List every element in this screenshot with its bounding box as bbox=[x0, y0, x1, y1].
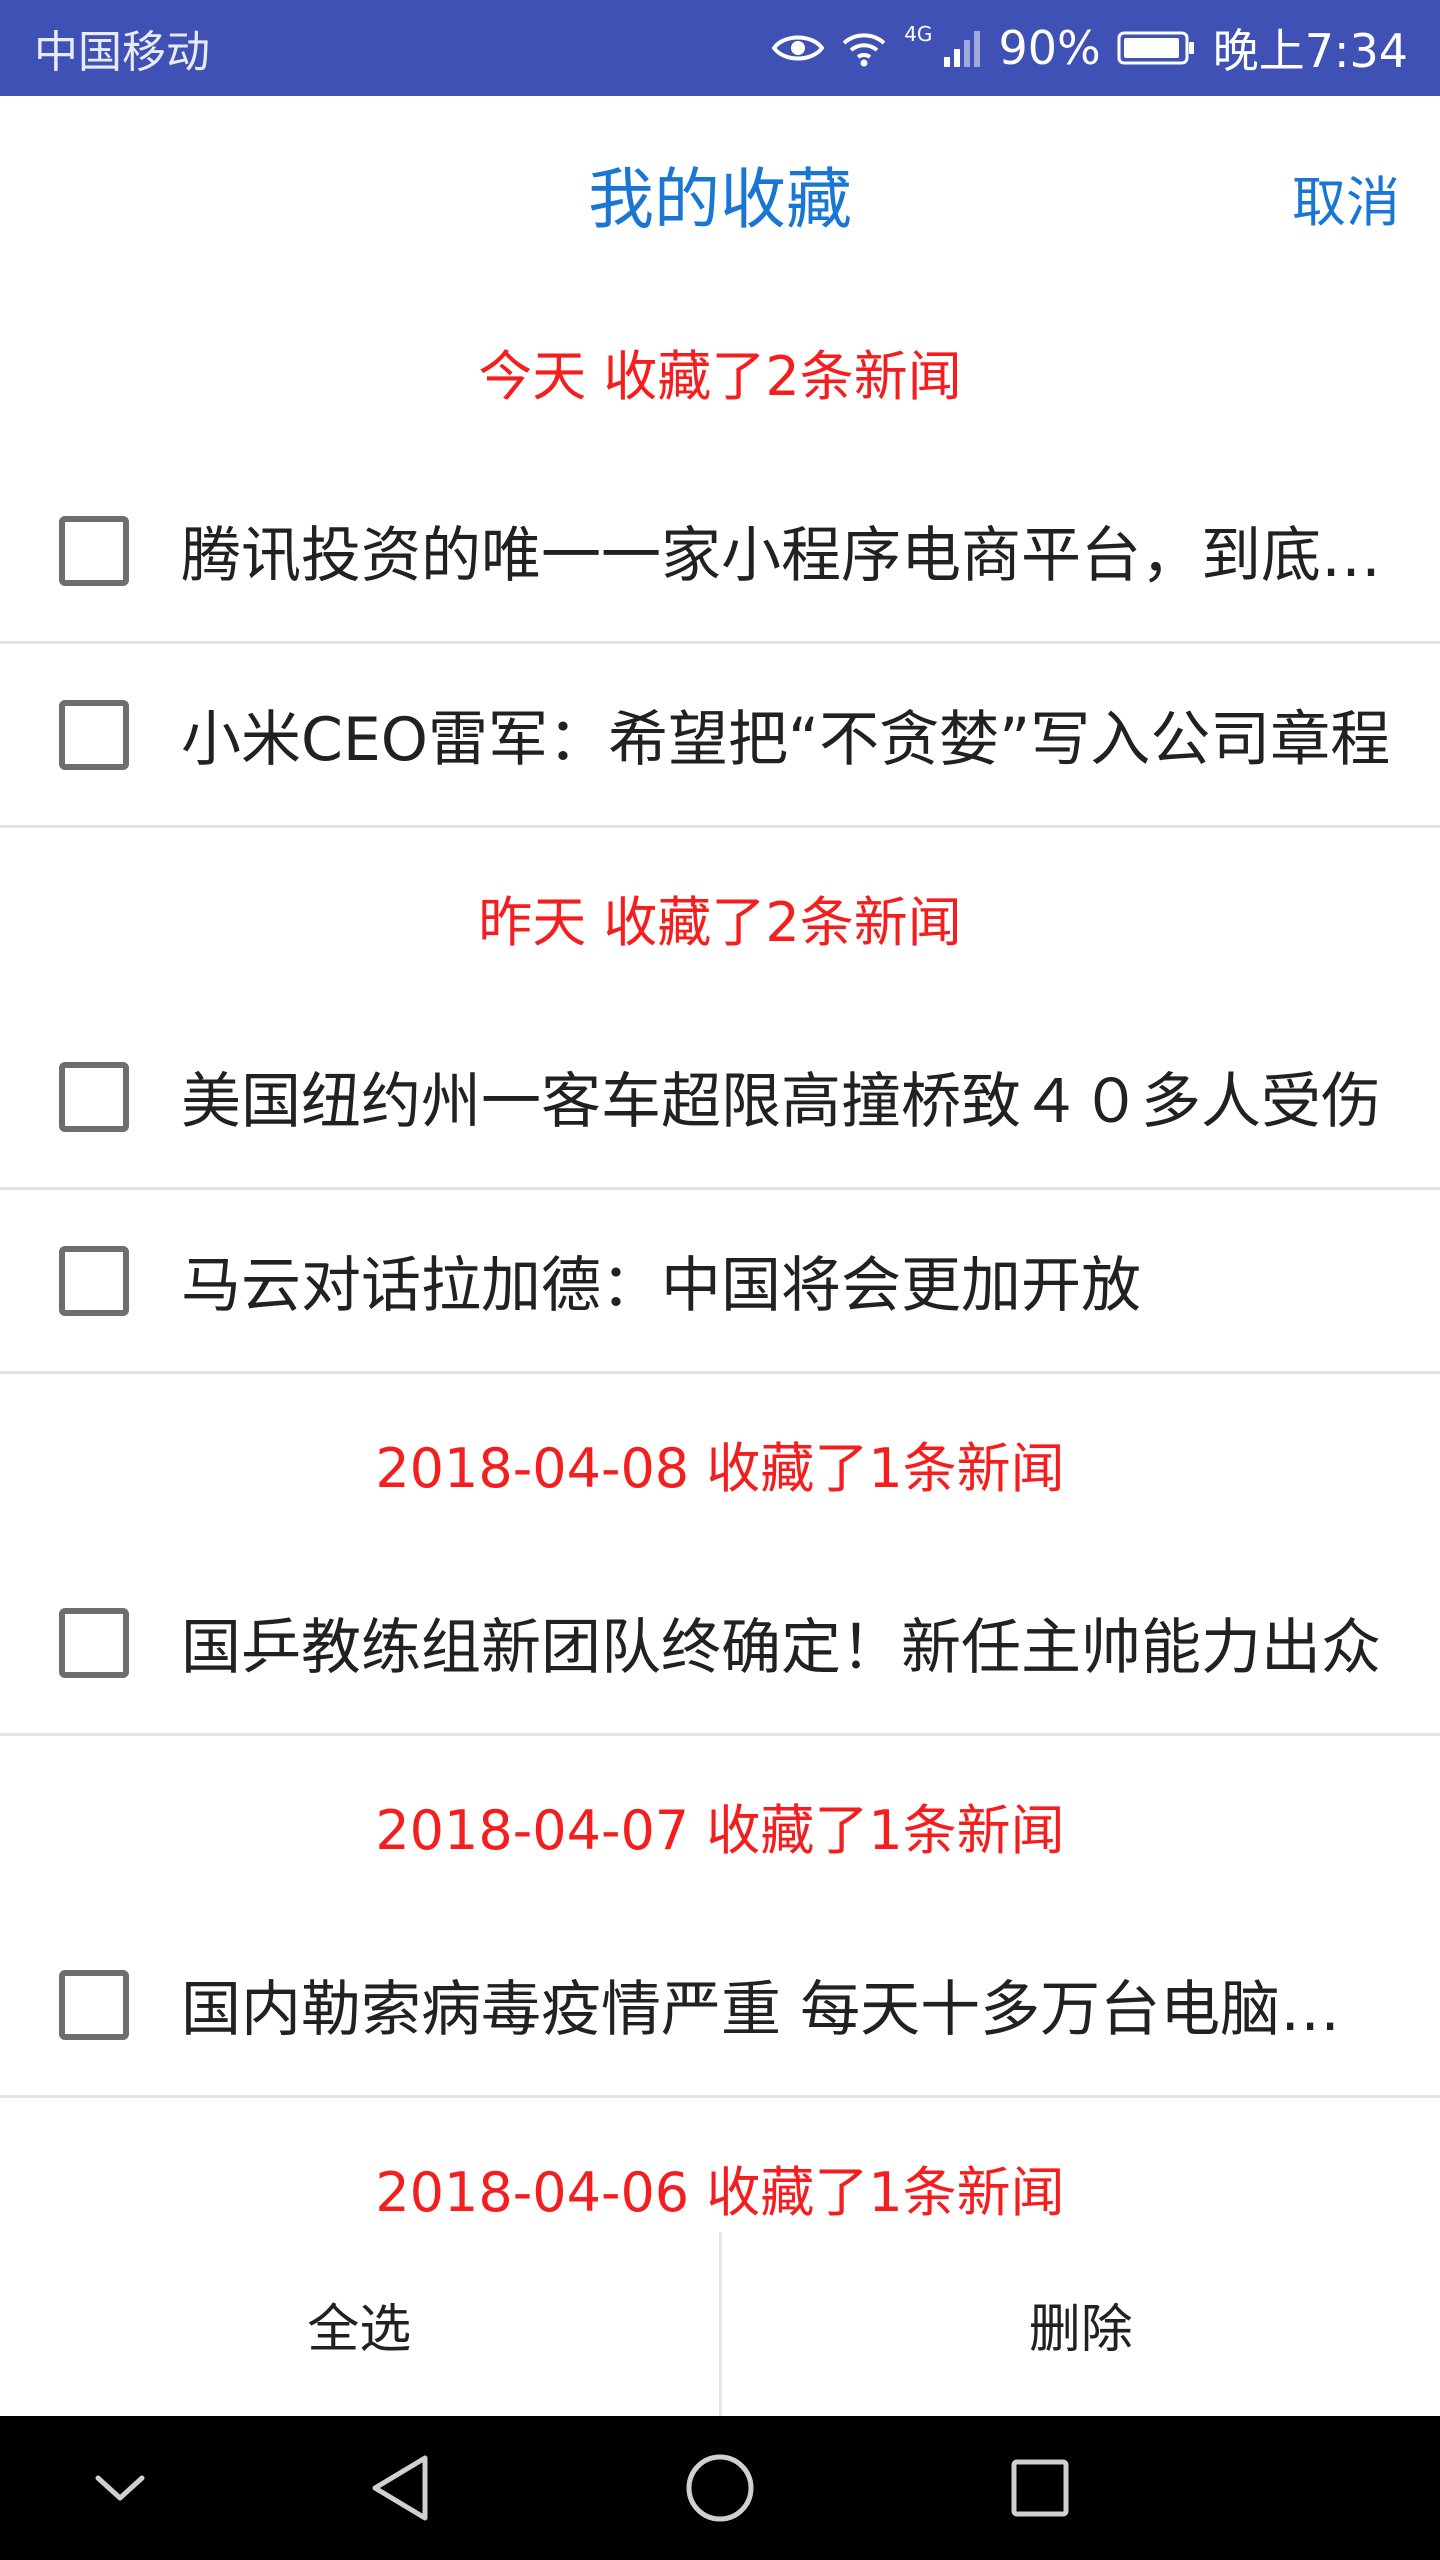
cancel-button[interactable]: 取消 bbox=[1292, 158, 1400, 237]
action-bar: 全选 删除 bbox=[0, 2232, 1440, 2416]
home-icon[interactable] bbox=[640, 2416, 800, 2560]
news-item[interactable]: 马云对话拉加德：中国将会更加开放 bbox=[0, 1190, 1440, 1374]
news-item[interactable]: 美国纽约州一客车超限高撞桥致４０多人受伤 bbox=[0, 1006, 1440, 1190]
delete-button[interactable]: 删除 bbox=[722, 2232, 1440, 2416]
status-bar: 中国移动 4G 90% 晚上7:34 bbox=[0, 0, 1440, 96]
system-nav-bar bbox=[0, 2416, 1440, 2560]
carrier-name: 中国移动 bbox=[34, 27, 210, 78]
eye-icon bbox=[772, 31, 825, 65]
news-title: 国乒教练组新团队终确定！新任主帅能力出众 bbox=[181, 1613, 1381, 1683]
item-checkbox[interactable] bbox=[59, 1245, 129, 1316]
group-header-today: 今天 收藏了2条新闻 bbox=[478, 344, 962, 408]
group-header-2018-04-07: 2018-04-07 收藏了1条新闻 bbox=[375, 1798, 1065, 1862]
news-title: 国内勒索病毒疫情严重 每天十多万台电脑中招 bbox=[181, 1975, 1401, 2045]
battery-level: 90% bbox=[998, 21, 1101, 75]
item-checkbox[interactable] bbox=[59, 1607, 129, 1678]
news-item[interactable]: 国内勒索病毒疫情严重 每天十多万台电脑中招 bbox=[0, 1914, 1440, 2098]
top-bar: 我的收藏 取消 bbox=[0, 96, 1440, 282]
item-checkbox[interactable] bbox=[59, 1969, 129, 2040]
clock: 晚上7:34 bbox=[1212, 24, 1408, 78]
news-title: 美国纽约州一客车超限高撞桥致４０多人受伤 bbox=[181, 1067, 1381, 1137]
network-type: 4G bbox=[904, 22, 933, 46]
news-item[interactable]: 国乒教练组新团队终确定！新任主帅能力出众 bbox=[0, 1552, 1440, 1736]
group-header-yesterday: 昨天 收藏了2条新闻 bbox=[478, 890, 962, 954]
news-title: 马云对话拉加德：中国将会更加开放 bbox=[181, 1251, 1141, 1321]
select-all-button[interactable]: 全选 bbox=[0, 2232, 719, 2416]
back-icon[interactable] bbox=[320, 2416, 480, 2560]
news-item[interactable]: 腾讯投资的唯一一家小程序电商平台，到底有何厉害之处 bbox=[0, 460, 1440, 644]
item-checkbox[interactable] bbox=[59, 515, 129, 586]
status-indicators: 4G 90% 晚上7:34 bbox=[772, 15, 1408, 81]
news-item[interactable]: 小米CEO雷军：希望把“不贪婪”写入公司章程 bbox=[0, 644, 1440, 828]
signal-icon bbox=[942, 29, 982, 67]
page-title: 我的收藏 bbox=[588, 161, 852, 238]
battery-icon bbox=[1117, 30, 1197, 66]
favorites-list: 今天 收藏了2条新闻 腾讯投资的唯一一家小程序电商平台，到底有何厉害之处 小米C… bbox=[0, 282, 1440, 2276]
chevron-down-icon[interactable] bbox=[40, 2416, 200, 2560]
news-title: 小米CEO雷军：希望把“不贪婪”写入公司章程 bbox=[181, 705, 1391, 775]
wifi-icon bbox=[840, 29, 888, 67]
item-checkbox[interactable] bbox=[59, 1061, 129, 1132]
recents-icon[interactable] bbox=[960, 2416, 1120, 2560]
group-header-2018-04-08: 2018-04-08 收藏了1条新闻 bbox=[375, 1436, 1065, 1500]
news-title: 腾讯投资的唯一一家小程序电商平台，到底有何厉害之处 bbox=[181, 521, 1440, 591]
item-checkbox[interactable] bbox=[59, 699, 129, 770]
